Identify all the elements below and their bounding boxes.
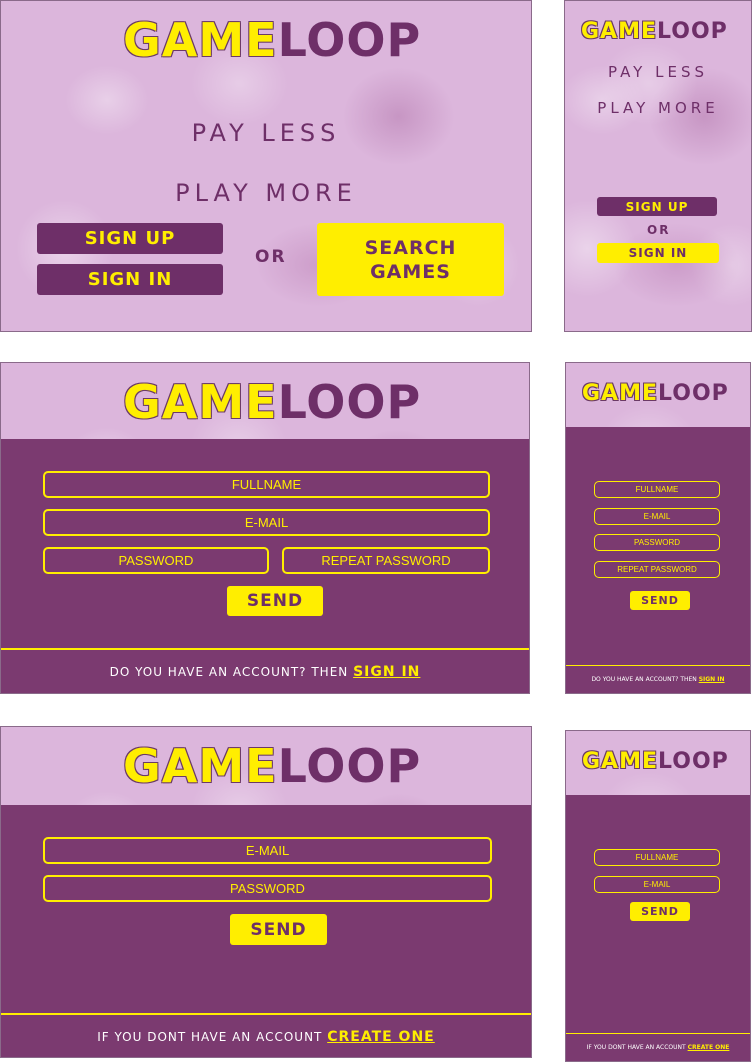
signin-link[interactable]: SIGN IN	[699, 676, 725, 683]
password-field[interactable]: PASSWORD	[43, 547, 269, 574]
footer-divider	[1, 1013, 531, 1015]
fullname-field[interactable]: FULLNAME	[594, 481, 720, 498]
create-account-link[interactable]: CREATE ONE	[688, 1044, 730, 1051]
repeat-password-field[interactable]: REPEAT PASSWORD	[282, 547, 490, 574]
send-button[interactable]: SEND	[630, 591, 690, 610]
login-form: FULLNAME E-MAIL SEND IF YOU DONT HAVE AN…	[566, 795, 750, 1061]
logo-part-game: GAME	[581, 19, 658, 44]
logo-part-loop: LOOP	[658, 381, 729, 406]
footer-divider	[1, 648, 529, 650]
hero-background-image	[565, 1, 751, 331]
signin-link[interactable]: SIGN IN	[353, 664, 420, 680]
logo-part-game: GAME	[123, 13, 278, 67]
search-games-label-line2: GAMES	[370, 260, 451, 283]
email-field[interactable]: E-MAIL	[43, 509, 490, 536]
send-button[interactable]: SEND	[227, 586, 323, 616]
logo-part-loop: LOOP	[277, 375, 422, 429]
email-field[interactable]: E-MAIL	[594, 508, 720, 525]
tagline-play-more: PLAY MORE	[175, 179, 357, 207]
or-label: OR	[255, 247, 287, 267]
footer-text: DO YOU HAVE AN ACCOUNT? THEN SIGN IN	[566, 676, 750, 683]
send-button[interactable]: SEND	[630, 902, 690, 921]
repeat-password-field[interactable]: REPEAT PASSWORD	[594, 561, 720, 578]
footer-question: IF YOU DONT HAVE AN ACCOUNT	[97, 1030, 323, 1044]
logo: GAMELOOP	[123, 13, 421, 67]
search-games-label-line1: SEARCH	[364, 236, 457, 259]
footer-text: DO YOU HAVE AN ACCOUNT? THEN SIGN IN	[1, 664, 529, 680]
search-games-button[interactable]: SEARCH GAMES	[317, 223, 504, 296]
logo-part-game: GAME	[123, 375, 278, 429]
signin-button[interactable]: SIGN IN	[37, 264, 223, 295]
logo: GAMELOOP	[123, 375, 421, 429]
or-label: OR	[647, 223, 671, 237]
logo: GAMELOOP	[581, 19, 728, 44]
logo: GAMELOOP	[582, 381, 729, 406]
email-field[interactable]: E-MAIL	[594, 876, 720, 893]
landing-desktop-frame: GAMELOOP PAY LESS PLAY MORE SIGN UP SIGN…	[0, 0, 532, 332]
register-form: FULLNAME E-MAIL PASSWORD REPEAT PASSWORD…	[1, 439, 529, 693]
footer-question: DO YOU HAVE AN ACCOUNT? THEN	[591, 676, 697, 683]
signin-button[interactable]: SIGN IN	[597, 243, 719, 263]
password-field[interactable]: PASSWORD	[43, 875, 492, 902]
logo-part-loop: LOOP	[658, 749, 729, 774]
footer-text: IF YOU DONT HAVE AN ACCOUNT CREATE ONE	[1, 1029, 531, 1045]
logo: GAMELOOP	[123, 739, 421, 793]
password-field[interactable]: PASSWORD	[594, 534, 720, 551]
register-mobile-frame: GAMELOOP FULLNAME E-MAIL PASSWORD REPEAT…	[565, 362, 751, 694]
register-desktop-frame: GAMELOOP FULLNAME E-MAIL PASSWORD REPEAT…	[0, 362, 530, 694]
send-button[interactable]: SEND	[230, 914, 327, 945]
logo-part-loop: LOOP	[277, 13, 422, 67]
footer-text: IF YOU DONT HAVE AN ACCOUNT CREATE ONE	[566, 1044, 750, 1051]
landing-mobile-frame: GAMELOOP PAY LESS PLAY MORE SIGN UP OR S…	[564, 0, 752, 332]
logo: GAMELOOP	[582, 749, 729, 774]
logo-part-game: GAME	[582, 749, 659, 774]
tagline-play-more: PLAY MORE	[597, 99, 719, 117]
tagline-pay-less: PAY LESS	[191, 119, 341, 147]
logo-part-game: GAME	[582, 381, 659, 406]
signup-button[interactable]: SIGN UP	[597, 197, 717, 216]
register-form: FULLNAME E-MAIL PASSWORD REPEAT PASSWORD…	[566, 427, 750, 693]
create-account-link[interactable]: CREATE ONE	[327, 1029, 435, 1045]
fullname-field[interactable]: FULLNAME	[594, 849, 720, 866]
logo-part-game: GAME	[123, 739, 278, 793]
login-desktop-frame: GAMELOOP E-MAIL PASSWORD SEND IF YOU DON…	[0, 726, 532, 1058]
login-mobile-frame: GAMELOOP FULLNAME E-MAIL SEND IF YOU DON…	[565, 730, 751, 1062]
logo-part-loop: LOOP	[277, 739, 422, 793]
footer-divider	[566, 1033, 750, 1034]
signup-button[interactable]: SIGN UP	[37, 223, 223, 254]
footer-divider	[566, 665, 750, 666]
tagline-pay-less: PAY LESS	[608, 63, 708, 81]
login-form: E-MAIL PASSWORD SEND IF YOU DONT HAVE AN…	[1, 805, 531, 1057]
email-field[interactable]: E-MAIL	[43, 837, 492, 864]
logo-part-loop: LOOP	[657, 19, 728, 44]
footer-question: IF YOU DONT HAVE AN ACCOUNT	[586, 1044, 686, 1051]
footer-question: DO YOU HAVE AN ACCOUNT? THEN	[109, 665, 349, 679]
fullname-field[interactable]: FULLNAME	[43, 471, 490, 498]
